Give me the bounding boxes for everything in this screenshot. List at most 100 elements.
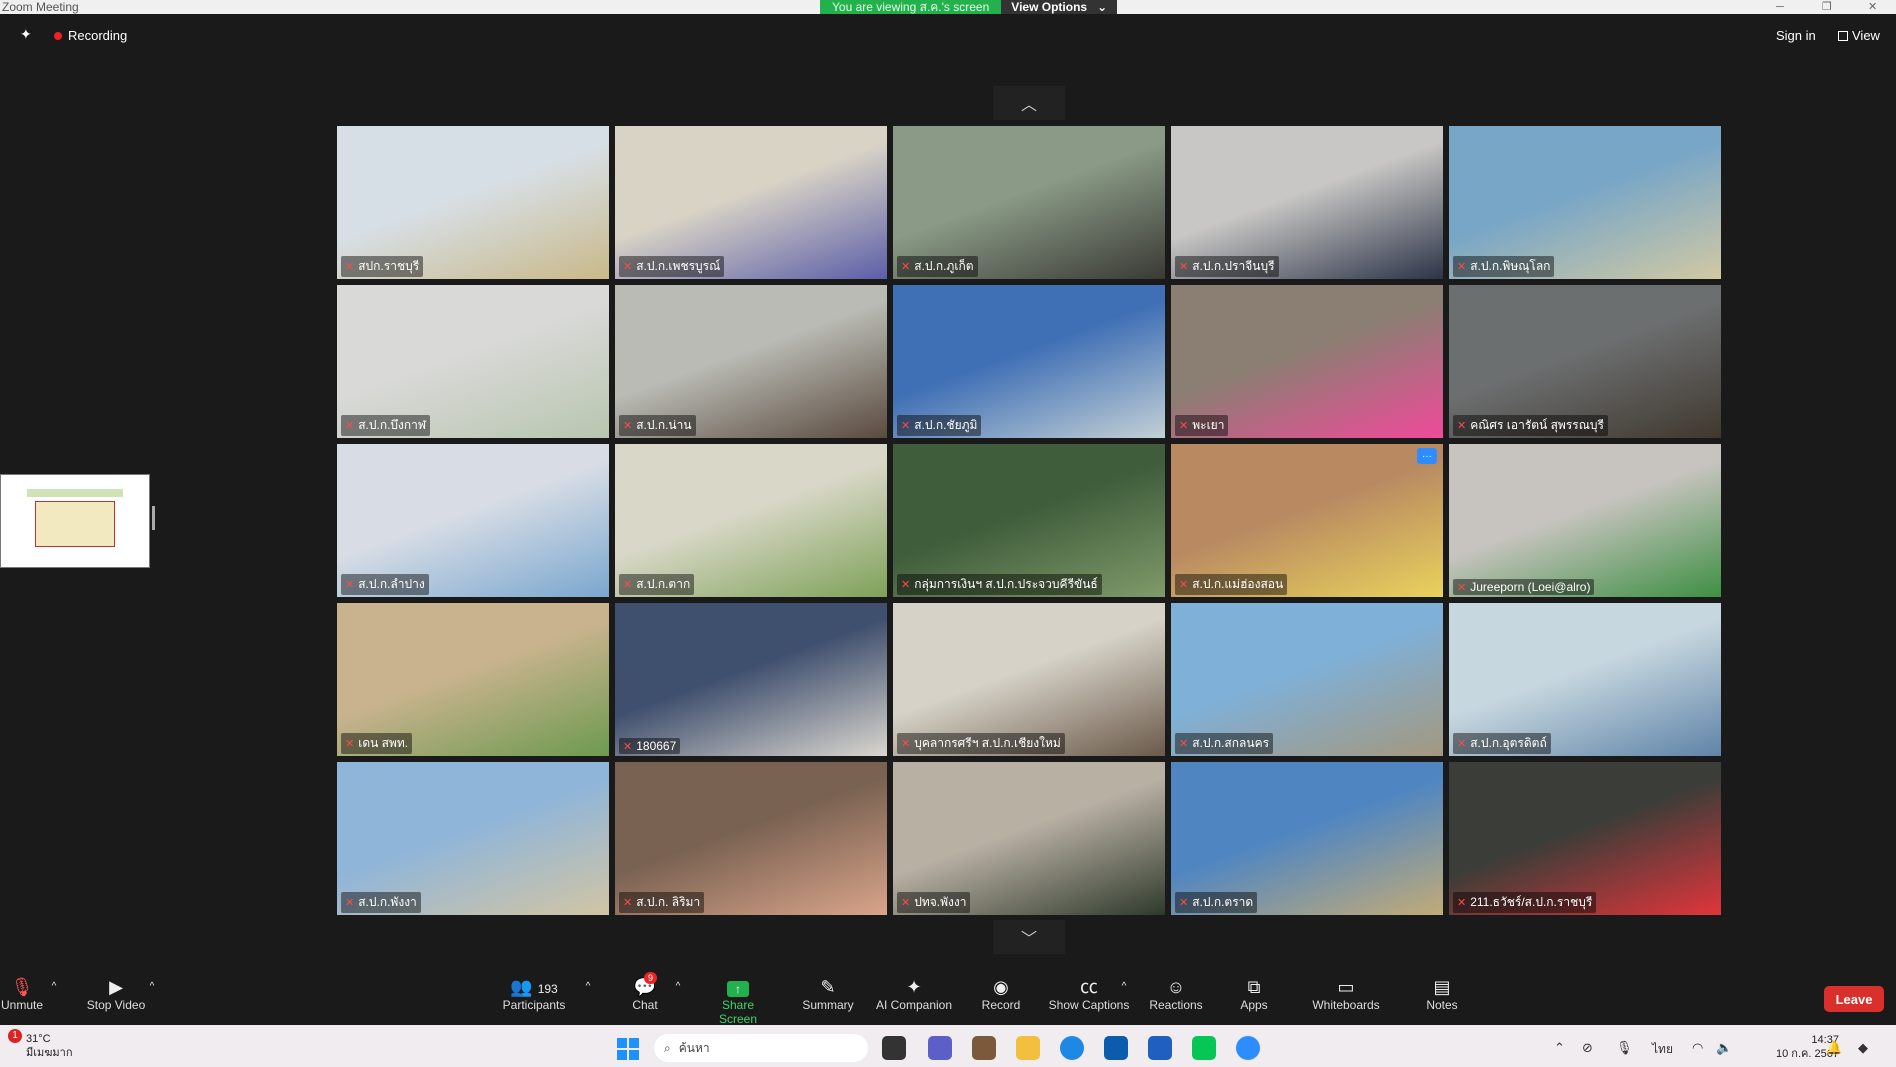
participant-video-tile[interactable]: ✕ 180667	[615, 603, 887, 756]
participant-video-tile[interactable]: ✕ ส.ป.ก. ลิริมา	[615, 762, 887, 915]
video-camera-icon: ▶	[109, 977, 123, 997]
participant-name: ส.ป.ก.ภูเก็ต	[914, 259, 974, 273]
stop-video-button[interactable]: ▶ Stop Video	[84, 976, 148, 1012]
chat-options-caret[interactable]: ^	[672, 976, 684, 998]
microphone-muted-icon: ✕	[901, 897, 911, 909]
participant-name-label: ✕ ส.ป.ก.เพชรบูรณ์	[619, 256, 725, 277]
participant-video-tile[interactable]: ✕ ส.ป.ก.พังงา	[337, 762, 609, 915]
participants-options-caret[interactable]: ^	[582, 976, 594, 998]
participant-name-label: ✕ สปก.ราชบุรี	[341, 256, 424, 277]
video-options-caret[interactable]: ^	[146, 976, 158, 998]
zoom-icon[interactable]	[1236, 1036, 1260, 1060]
page-down-button[interactable]: ﹀	[993, 920, 1065, 954]
participant-video-tile[interactable]: ✕ ส.ป.ก.บึงกาฬ	[337, 285, 609, 438]
caret-up-icon: ^	[585, 981, 591, 992]
chat-unread-badge: 9	[644, 972, 658, 984]
task-view-icon[interactable]	[882, 1036, 906, 1060]
record-button[interactable]: ◉ Record	[978, 976, 1024, 1012]
weather-widget[interactable]: 31°C มีเมฆมาก	[26, 1032, 73, 1060]
volume-icon[interactable]: 🔈	[1716, 1040, 1732, 1056]
participant-name: บุคลากรศรีฯ ส.ป.ก.เชียงใหม่	[914, 736, 1061, 750]
language-indicator[interactable]: ไทย	[1652, 1040, 1673, 1059]
participants-button[interactable]: 👥 193 Participants	[502, 976, 566, 1012]
microphone-muted-icon: ✕	[623, 579, 633, 591]
thumbnail-resize-handle[interactable]	[152, 506, 155, 530]
network-off-icon[interactable]: ⊘	[1582, 1040, 1593, 1056]
restore-icon[interactable]: ❐	[1822, 0, 1832, 14]
caret-up-icon: ^	[1121, 981, 1127, 992]
participant-video-tile[interactable]: ✕ ส.ป.ก.อุตรดิตถ์	[1449, 603, 1721, 756]
reactions-button[interactable]: ☺ Reactions	[1146, 976, 1206, 1012]
share-screen-button[interactable]: ↑ Share Screen	[702, 976, 774, 1026]
leave-button[interactable]: Leave	[1824, 986, 1884, 1012]
wifi-icon[interactable]: ◠	[1692, 1040, 1703, 1056]
whiteboards-button[interactable]: ▭ Whiteboards	[1310, 976, 1382, 1012]
app-icon[interactable]	[1104, 1036, 1128, 1060]
ai-spark-icon[interactable]: ✦	[20, 26, 32, 43]
summary-button[interactable]: ✎ Summary	[798, 976, 858, 1012]
participant-video-tile[interactable]: ✕ พะเยา	[1171, 285, 1443, 438]
search-placeholder: ค้นหา	[678, 1040, 710, 1055]
microphone-muted-icon: ✕	[623, 420, 633, 432]
participant-video-tile[interactable]: ✕ ส.ป.ก.ตาก	[615, 444, 887, 597]
recording-indicator[interactable]: Recording	[54, 28, 127, 43]
unmute-button[interactable]: 🎙 Unmute	[0, 976, 44, 1012]
view-options-button[interactable]: View Options ⌄	[1001, 0, 1118, 14]
shared-screen-thumbnail[interactable]	[0, 474, 150, 568]
participant-video-tile[interactable]: ✕ บุคลากรศรีฯ ส.ป.ก.เชียงใหม่	[893, 603, 1165, 756]
recording-label: Recording	[68, 28, 128, 43]
participant-video-tile[interactable]: ✕ 211.ธวัชร์/ส.ป.ก.ราชบุรี	[1449, 762, 1721, 915]
copilot-icon[interactable]: ◆	[1858, 1040, 1868, 1056]
participant-name-label: ✕ ส.ป.ก.ชัยภูมิ	[897, 415, 982, 436]
participant-name: ส.ป.ก.ตาก	[636, 577, 691, 591]
notes-button[interactable]: ▤ Notes	[1424, 976, 1460, 1012]
participant-video-tile[interactable]: ✕ ส.ป.ก.น่าน	[615, 285, 887, 438]
participant-video-tile[interactable]: ✕ ส.ป.ก.ภูเก็ต	[893, 126, 1165, 279]
participant-video-tile[interactable]: ✕ ส.ป.ก.สกลนคร	[1171, 603, 1443, 756]
summary-label: Summary	[802, 998, 854, 1012]
app-icon[interactable]	[972, 1036, 996, 1060]
windows-start-icon[interactable]	[617, 1038, 639, 1060]
participant-video-tile[interactable]: ✕ Jureeporn (Loei@alro)	[1449, 444, 1721, 597]
participant-video-tile[interactable]: ✕ เดน สพท.	[337, 603, 609, 756]
participant-video-tile[interactable]: ✕ ส.ป.ก.พิษณุโลก	[1449, 126, 1721, 279]
weather-alert-badge[interactable]: 1	[8, 1029, 22, 1043]
page-up-button[interactable]: ︿	[993, 86, 1065, 120]
microphone-muted-icon: ✕	[1179, 579, 1189, 591]
participant-video-tile[interactable]: ✕ คณิศร เอารัตน์ สุพรรณบุรี	[1449, 285, 1721, 438]
participant-video-tile[interactable]: ✕ ส.ป.ก.เพชรบูรณ์	[615, 126, 887, 279]
audio-options-caret[interactable]: ^	[48, 976, 60, 998]
captions-options-caret[interactable]: ^	[1118, 976, 1130, 998]
teams-icon[interactable]	[928, 1036, 952, 1060]
taskbar-search[interactable]: ⌕ ค้นหา	[654, 1034, 868, 1062]
apps-icon: ⧉	[1247, 977, 1261, 997]
line-icon[interactable]	[1192, 1036, 1216, 1060]
slide-header	[27, 489, 123, 497]
chat-button[interactable]: 💬 9 Chat	[628, 972, 662, 1012]
participant-video-tile[interactable]: ✕ ปทจ.พังงา	[893, 762, 1165, 915]
participant-video-tile[interactable]: ✕ ส.ป.ก.ลำปาง	[337, 444, 609, 597]
participant-video-tile[interactable]: ✕ ส.ป.ก.ชัยภูมิ	[893, 285, 1165, 438]
participant-name-label: ✕ ส.ป.ก.แม่ฮ่องสอน	[1175, 574, 1288, 595]
edge-browser-icon[interactable]	[1060, 1036, 1084, 1060]
notification-bell-icon[interactable]: 🔔	[1826, 1040, 1842, 1056]
participant-video-tile[interactable]: ✕ สปก.ราชบุรี	[337, 126, 609, 279]
chevron-up-icon[interactable]: ⌃	[1554, 1040, 1565, 1056]
ai-companion-button[interactable]: ✦ AI Companion	[874, 976, 954, 1012]
participant-name-label: ✕ 211.ธวัชร์/ส.ป.ก.ราชบุรี	[1453, 892, 1597, 913]
participant-video-tile[interactable]: ✕ ส.ป.ก.แม่ฮ่องสอน ···	[1171, 444, 1443, 597]
close-icon[interactable]: ✕	[1868, 0, 1877, 14]
participant-video-tile[interactable]: ✕ ส.ป.ก.ตราด	[1171, 762, 1443, 915]
microphone-icon[interactable]: 🎙	[1616, 1040, 1633, 1056]
word-icon[interactable]	[1148, 1036, 1172, 1060]
more-options-icon[interactable]: ···	[1417, 448, 1437, 464]
participant-video-tile[interactable]: ✕ กลุ่มการเงินฯ ส.ป.ก.ประจวบคีรีขันธ์	[893, 444, 1165, 597]
apps-button[interactable]: ⧉ Apps	[1236, 976, 1272, 1012]
minimize-icon[interactable]: ─	[1776, 0, 1784, 14]
participant-video-tile[interactable]: ✕ ส.ป.ก.ปราจีนบุรี	[1171, 126, 1443, 279]
view-button[interactable]: View	[1838, 28, 1880, 43]
file-explorer-icon[interactable]	[1016, 1036, 1040, 1060]
chevron-up-icon: ︿	[1020, 97, 1037, 114]
sign-in-link[interactable]: Sign in	[1776, 28, 1816, 43]
participant-name-label: ✕ กลุ่มการเงินฯ ส.ป.ก.ประจวบคีรีขันธ์	[897, 574, 1102, 595]
